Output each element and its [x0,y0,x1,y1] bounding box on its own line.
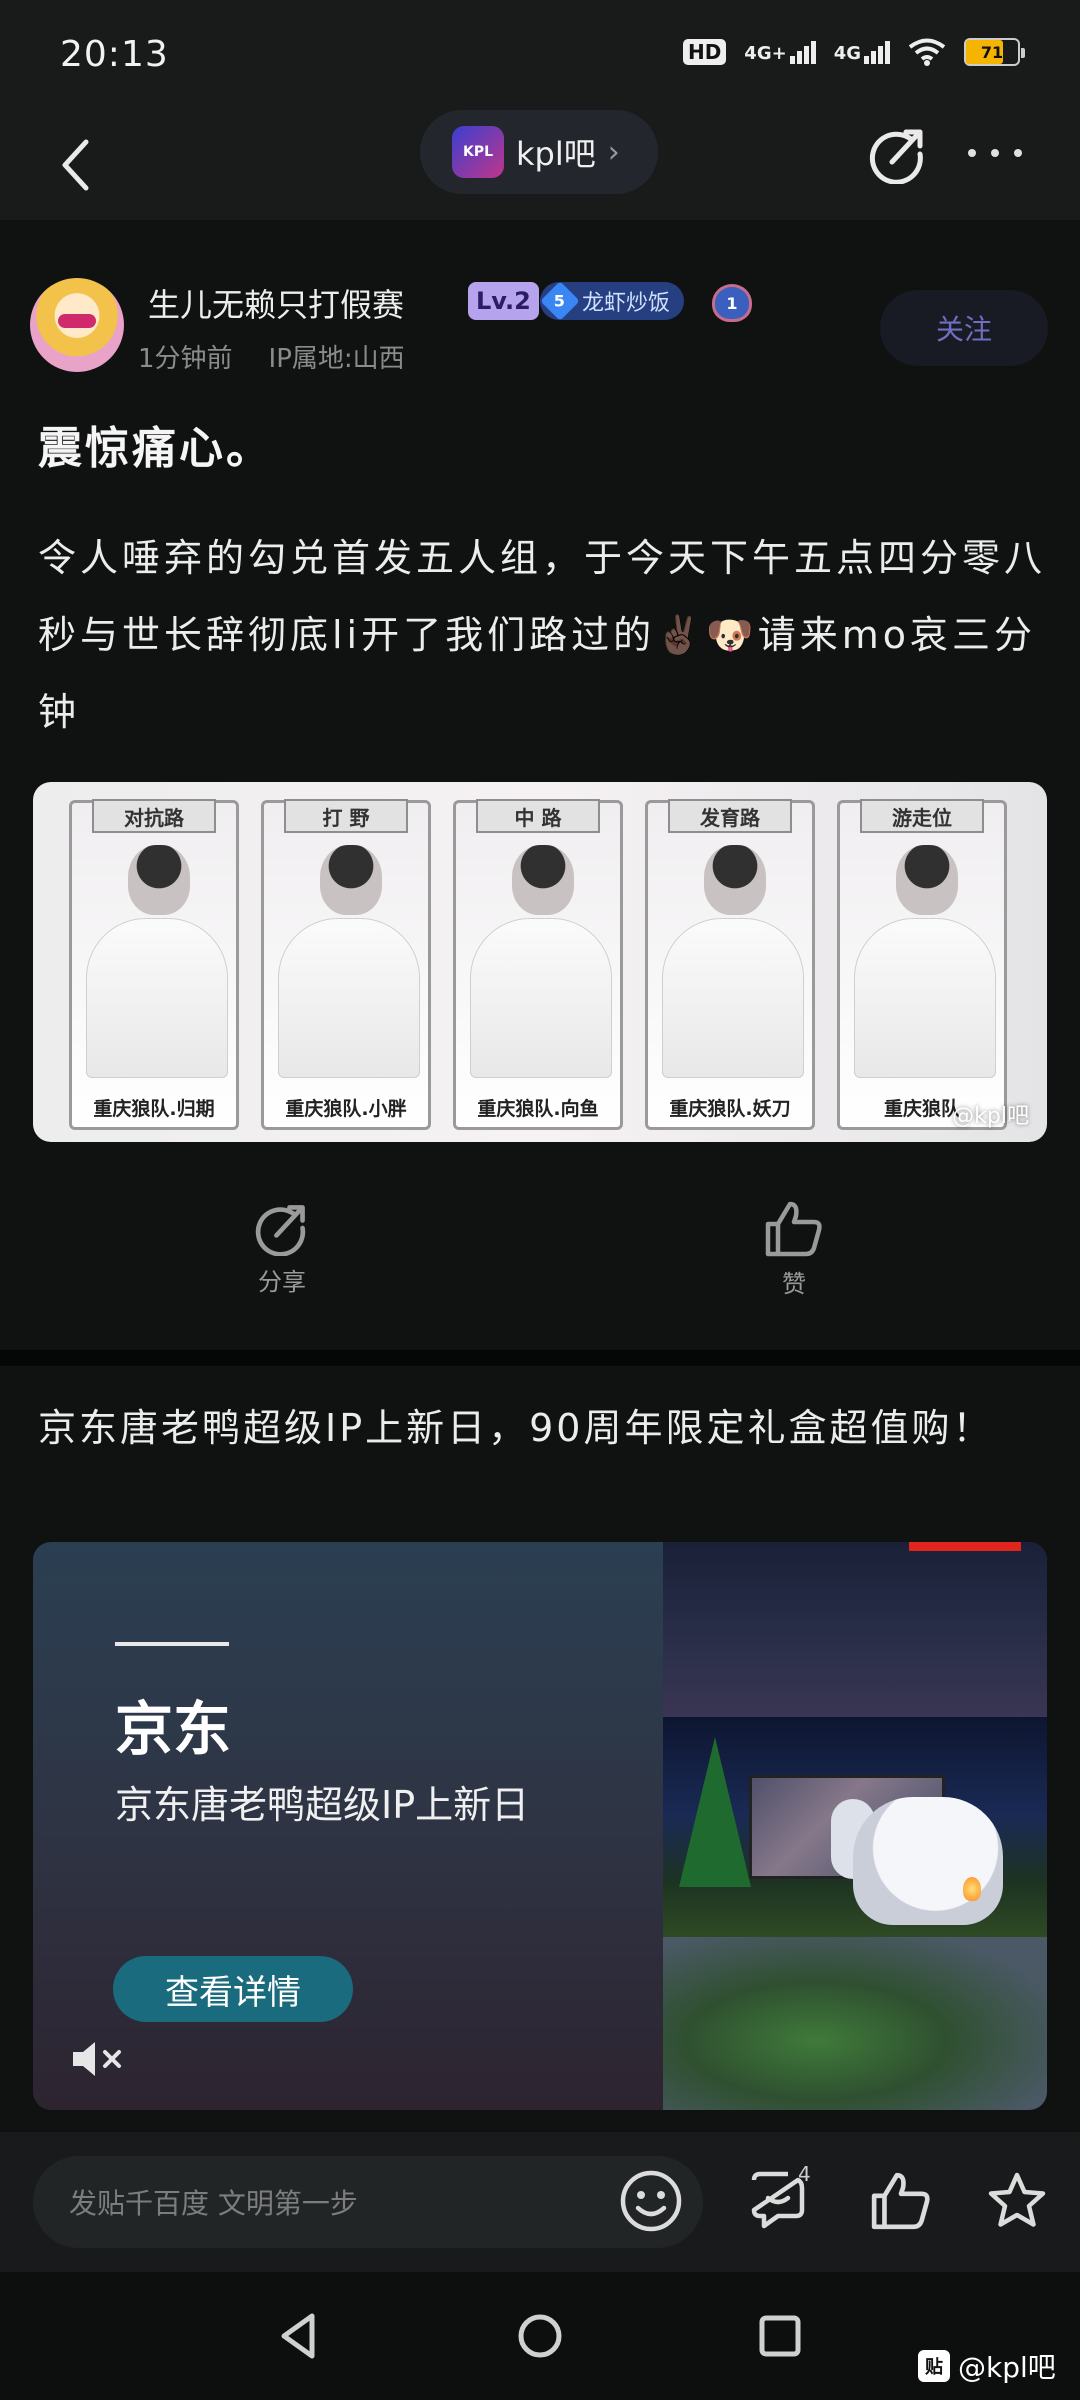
status-icons: HD 4G+ 4G 71 [682,38,1025,66]
diamond-icon: 5 [540,281,580,321]
tree-icon [679,1737,751,1887]
status-bar: 20:13 HD 4G+ 4G 71 [0,0,1080,110]
divider [0,1350,1080,1366]
title-badge: 5 龙虾炒饭 [540,281,685,321]
battery-icon: 71 [964,38,1025,66]
bottom-bar: 发贴千百度 文明第一步 4 [0,2132,1080,2272]
ad-card[interactable]: 京东 京东唐老鸭超级IP上新日 查看详情 [33,1542,1047,2110]
more-options-icon[interactable] [962,128,1028,178]
player-name: 重庆狼队.向鱼 [477,1098,599,1120]
campfire-icon [963,1877,981,1901]
post-actions: 分享 赞 [0,1200,1080,1330]
post-ip: IP属地:山西 [268,344,405,374]
player-role: 发育路 [668,799,792,833]
post-body: 令人唾弃的勾兑首发五人组，于今天下午五点四分零八秒与世长辞彻底li开了我们路过的… [38,536,1047,734]
player-card: 打 野 重庆狼队.小胖 [261,799,431,1130]
forum-pill[interactable]: KPL kpl吧 › [420,110,658,194]
ad-progress-bar [909,1542,1021,1551]
share-icon[interactable] [868,124,928,184]
player-card: 发育路 重庆狼队.妖刀 [645,799,815,1130]
share-button[interactable]: 分享 [254,1200,310,1297]
share-icon [255,1205,306,1256]
nav-back-icon[interactable] [270,2306,330,2366]
forum-name: kpl吧 [516,135,596,173]
player-role: 打 野 [284,799,408,833]
net-label-2: 4G [833,42,861,64]
nav-home-icon[interactable] [510,2306,570,2366]
like-label: 赞 [782,1270,806,1298]
chevron-right-icon: › [607,134,620,170]
signal-4gplus-icon: 4G+ [744,40,816,64]
forum-logo: KPL [452,126,504,178]
back-arrow-icon [62,139,89,191]
wifi-icon [908,38,946,66]
thumbs-up-icon[interactable] [870,2170,932,2232]
view-details-button[interactable]: 查看详情 [113,1956,353,2022]
ad-brand: 京东 [115,1695,232,1763]
net-label-1: 4G+ [744,42,787,64]
player-name: 重庆狼队.小胖 [285,1098,407,1120]
post-card: 生儿无赖只打假赛 Lv.2 5 龙虾炒饭 1 1分钟前 IP属地:山西 关注 震… [0,220,1080,1350]
player-card: 对抗路 重庆狼队.归期 [69,799,239,1130]
mascot-image [853,1797,1003,1925]
nav-recents-icon[interactable] [750,2306,810,2366]
mute-icon[interactable] [69,2034,129,2084]
tieba-watermark: 贴 @kpl吧 [918,2346,1056,2386]
emoji-icon[interactable] [618,2168,684,2234]
player-name: 重庆狼队.妖刀 [669,1098,791,1120]
tieba-logo: 贴 [918,2350,950,2382]
signal-4g-icon: 4G [833,40,890,64]
player-role: 对抗路 [92,799,216,833]
thumbs-up-icon [765,1201,822,1257]
player-role: 中 路 [476,799,600,833]
post-title: 震惊痛心。 [38,423,273,474]
star-icon[interactable] [986,2170,1048,2232]
share-label: 分享 [258,1268,306,1296]
back-button[interactable] [40,130,110,200]
ad-video-scene [663,1717,1047,1937]
username[interactable]: 生儿无赖只打假赛 [148,280,404,326]
player-role: 游走位 [860,799,984,833]
ad-text[interactable]: 京东唐老鸭超级IP上新日，90周年限定礼盒超值购！ [38,1392,1048,1464]
avatar[interactable] [30,278,124,372]
status-time: 20:13 [60,34,169,75]
player-card: 游走位 重庆狼队 [837,799,1007,1130]
player-card: 中 路 重庆狼队.向鱼 [453,799,623,1130]
watermark-text: @kpl吧 [958,2351,1056,2384]
battery-level: 71 [980,42,1004,62]
ad-video-bottom [663,1937,1047,2110]
player-name: 重庆狼队.归期 [93,1098,215,1120]
title-badge-label: 龙虾炒饭 [582,291,671,316]
post-meta: 1分钟前 IP属地:山西 [138,338,405,375]
post-time: 1分钟前 [138,344,233,374]
level-badge: Lv.2 [468,282,539,320]
reply-input[interactable]: 发贴千百度 文明第一步 [33,2156,703,2248]
ad-video-top [663,1542,1047,1717]
nav-header: KPL kpl吧 › [0,110,1080,220]
comment-count: 4 [798,2162,811,2186]
like-button[interactable]: 赞 [764,1200,824,1299]
follow-button[interactable]: 关注 [880,290,1048,366]
medal-icon: 1 [712,284,752,322]
image-watermark: @kpl吧 [952,1104,1029,1129]
ad-subtitle: 京东唐老鸭超级IP上新日 [115,1783,530,1827]
hd-voice-icon: HD [682,39,727,65]
post-image[interactable]: 对抗路 重庆狼队.归期 打 野 重庆狼队.小胖 中 路 重庆狼队.向鱼 发育路 … [33,782,1047,1142]
